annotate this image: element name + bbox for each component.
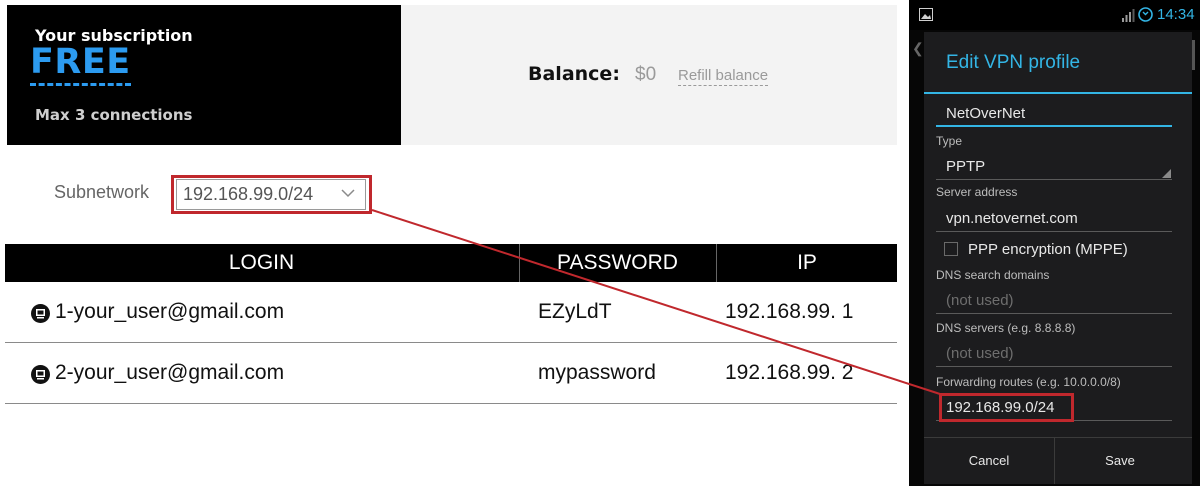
routes-highlight-box bbox=[939, 393, 1074, 422]
dialog-title: Edit VPN profile bbox=[946, 52, 1081, 73]
subnetwork-label: Subnetwork bbox=[54, 182, 150, 202]
subscription-connections: Max 3 connections bbox=[35, 106, 193, 124]
user-password: EZyLdT bbox=[538, 300, 612, 323]
status-clock: 14:34 bbox=[1157, 6, 1195, 23]
image-icon bbox=[919, 8, 933, 21]
dns-servers-input[interactable]: (not used) bbox=[946, 345, 1014, 362]
balance-panel: Balance: $0 Refill balance bbox=[401, 5, 897, 145]
cancel-button[interactable]: Cancel bbox=[924, 438, 1054, 484]
header-login[interactable]: LOGIN bbox=[5, 244, 518, 282]
dns-search-underline bbox=[936, 313, 1172, 314]
table-row[interactable]: 1-your_user@gmail.com EZyLdT 192.168.99.… bbox=[5, 282, 897, 343]
user-ip: 192.168.99. 1 bbox=[725, 300, 854, 323]
dns-servers-label: DNS servers (e.g. 8.8.8.8) bbox=[936, 321, 1076, 335]
type-spinner[interactable]: PPTP bbox=[946, 158, 985, 175]
users-table-header: LOGIN PASSWORD IP bbox=[5, 244, 897, 282]
device-icon bbox=[31, 365, 50, 384]
status-bar: 14:34 bbox=[909, 0, 1200, 30]
back-chevron-icon[interactable]: ❮ bbox=[912, 40, 924, 57]
server-address-label: Server address bbox=[936, 185, 1018, 199]
device-icon bbox=[31, 304, 50, 323]
sync-icon bbox=[1138, 7, 1153, 22]
subscription-panel: Your subscription FREE Max 3 connections bbox=[7, 5, 401, 145]
balance-label: Balance: bbox=[528, 63, 620, 85]
type-underline bbox=[936, 179, 1172, 180]
vpn-name-underline bbox=[936, 125, 1172, 127]
type-label: Type bbox=[936, 134, 963, 148]
user-login: 2-your_user@gmail.com bbox=[55, 361, 285, 384]
dns-servers-underline bbox=[936, 366, 1172, 367]
spinner-corner-icon bbox=[1162, 169, 1171, 178]
refill-balance-link[interactable]: Refill balance bbox=[678, 67, 769, 86]
ppp-encryption-label: PPP encryption (MPPE) bbox=[968, 241, 1128, 258]
dns-search-label: DNS search domains bbox=[936, 268, 1050, 282]
android-screen: 14:34 ❮ Edit VPN profile NetOverNet Type… bbox=[909, 0, 1200, 486]
table-row[interactable]: 2-your_user@gmail.com mypassword 192.168… bbox=[5, 343, 897, 404]
save-button[interactable]: Save bbox=[1055, 438, 1185, 484]
user-login: 1-your_user@gmail.com bbox=[55, 300, 285, 323]
vpn-name-input[interactable]: NetOverNet bbox=[946, 105, 1025, 122]
title-divider bbox=[924, 92, 1192, 94]
header-password[interactable]: PASSWORD bbox=[519, 244, 715, 282]
edit-vpn-dialog: Edit VPN profile NetOverNet Type PPTP Se… bbox=[924, 32, 1192, 484]
server-address-input[interactable]: vpn.netovernet.com bbox=[946, 210, 1078, 227]
server-address-underline bbox=[936, 231, 1172, 232]
forwarding-routes-label: Forwarding routes (e.g. 10.0.0.0/8) bbox=[936, 375, 1121, 389]
ppp-encryption-checkbox[interactable] bbox=[944, 242, 958, 256]
user-password: mypassword bbox=[538, 361, 656, 384]
header-ip[interactable]: IP bbox=[716, 244, 897, 282]
signal-icon bbox=[1122, 9, 1135, 22]
balance-value: $0 bbox=[635, 64, 657, 85]
user-ip: 192.168.99. 2 bbox=[725, 361, 854, 384]
dns-search-input[interactable]: (not used) bbox=[946, 292, 1014, 309]
subscription-plan[interactable]: FREE bbox=[30, 45, 131, 86]
subnetwork-highlight-box bbox=[171, 175, 372, 214]
